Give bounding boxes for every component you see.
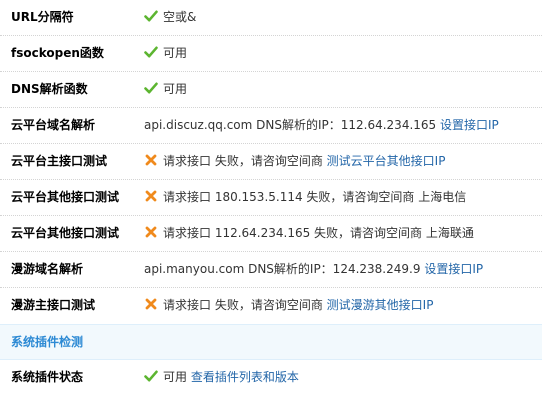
row-url-separator: URL分隔符 空或& [0,0,542,36]
row-value: api.discuz.qq.com DNS解析的IP：112.64.234.16… [144,108,499,143]
test-cloud-other-ip-link[interactable]: 测试云平台其他接口IP [327,154,446,168]
status-text: api.manyou.com DNS解析的IP：124.238.249.9 [144,262,421,276]
row-value: 请求接口 失败，请咨询空间商 测试漫游其他接口IP [144,288,433,323]
section-title: 系统插件检测 [11,335,84,349]
row-value: 可用 查看插件列表和版本 [144,360,299,393]
diagnostics-table: URL分隔符 空或& fsockopen函数 可用 DNS解析函数 可用 云平台… [0,0,542,393]
status-text: 可用 [163,82,188,96]
row-cloud-other-test-1: 云平台其他接口测试 请求接口 180.153.5.114 失败，请咨询空间商 上… [0,180,542,216]
check-icon [144,45,158,59]
cross-icon [144,225,158,239]
row-label: 漫游域名解析 [11,262,84,276]
status-text: 空或& [163,10,197,24]
row-cloud-dns: 云平台域名解析 api.discuz.qq.com DNS解析的IP：112.6… [0,108,542,144]
row-value: 请求接口 180.153.5.114 失败，请咨询空间商 上海电信 [144,180,466,215]
status-text: api.discuz.qq.com DNS解析的IP：112.64.234.16… [144,118,437,132]
row-label: 漫游主接口测试 [11,298,96,312]
set-interface-ip-link[interactable]: 设置接口IP [440,118,499,132]
row-manyou-dns: 漫游域名解析 api.manyou.com DNS解析的IP：124.238.2… [0,252,542,288]
check-icon [144,369,158,383]
cross-icon [144,153,158,167]
row-label: fsockopen函数 [11,46,104,60]
test-manyou-other-ip-link[interactable]: 测试漫游其他接口IP [327,298,434,312]
set-interface-ip-link[interactable]: 设置接口IP [424,262,483,276]
row-value: 请求接口 112.64.234.165 失败，请咨询空间商 上海联通 [144,216,474,251]
status-text: 请求接口 失败，请咨询空间商 [163,298,323,312]
status-text: 可用 [163,370,188,384]
cross-icon [144,189,158,203]
view-plugin-list-link[interactable]: 查看插件列表和版本 [191,370,299,384]
cross-icon [144,297,158,311]
row-value: 请求接口 失败，请咨询空间商 测试云平台其他接口IP [144,144,445,179]
row-label: URL分隔符 [11,10,74,24]
status-text: 请求接口 失败，请咨询空间商 [163,154,323,168]
status-text: 可用 [163,46,188,60]
row-fsockopen: fsockopen函数 可用 [0,36,542,72]
row-label: 云平台域名解析 [11,118,96,132]
row-manyou-main-test: 漫游主接口测试 请求接口 失败，请咨询空间商 测试漫游其他接口IP [0,288,542,324]
check-icon [144,9,158,23]
row-plugin-status: 系统插件状态 可用 查看插件列表和版本 [0,360,542,393]
status-text: 请求接口 180.153.5.114 失败，请咨询空间商 上海电信 [163,190,467,204]
row-cloud-other-test-2: 云平台其他接口测试 请求接口 112.64.234.165 失败，请咨询空间商 … [0,216,542,252]
section-header-plugin-check: 系统插件检测 [0,324,542,360]
row-label: 云平台其他接口测试 [11,190,120,204]
row-cloud-main-test: 云平台主接口测试 请求接口 失败，请咨询空间商 测试云平台其他接口IP [0,144,542,180]
status-text: 请求接口 112.64.234.165 失败，请咨询空间商 上海联通 [163,226,474,240]
row-label: 云平台其他接口测试 [11,226,120,240]
row-label: DNS解析函数 [11,82,88,96]
row-dns-function: DNS解析函数 可用 [0,72,542,108]
row-value: 可用 [144,36,187,71]
row-label: 系统插件状态 [11,370,84,384]
row-value: 空或& [144,0,196,35]
row-value: 可用 [144,72,187,107]
row-value: api.manyou.com DNS解析的IP：124.238.249.9 设置… [144,252,483,287]
check-icon [144,81,158,95]
row-label: 云平台主接口测试 [11,154,108,168]
